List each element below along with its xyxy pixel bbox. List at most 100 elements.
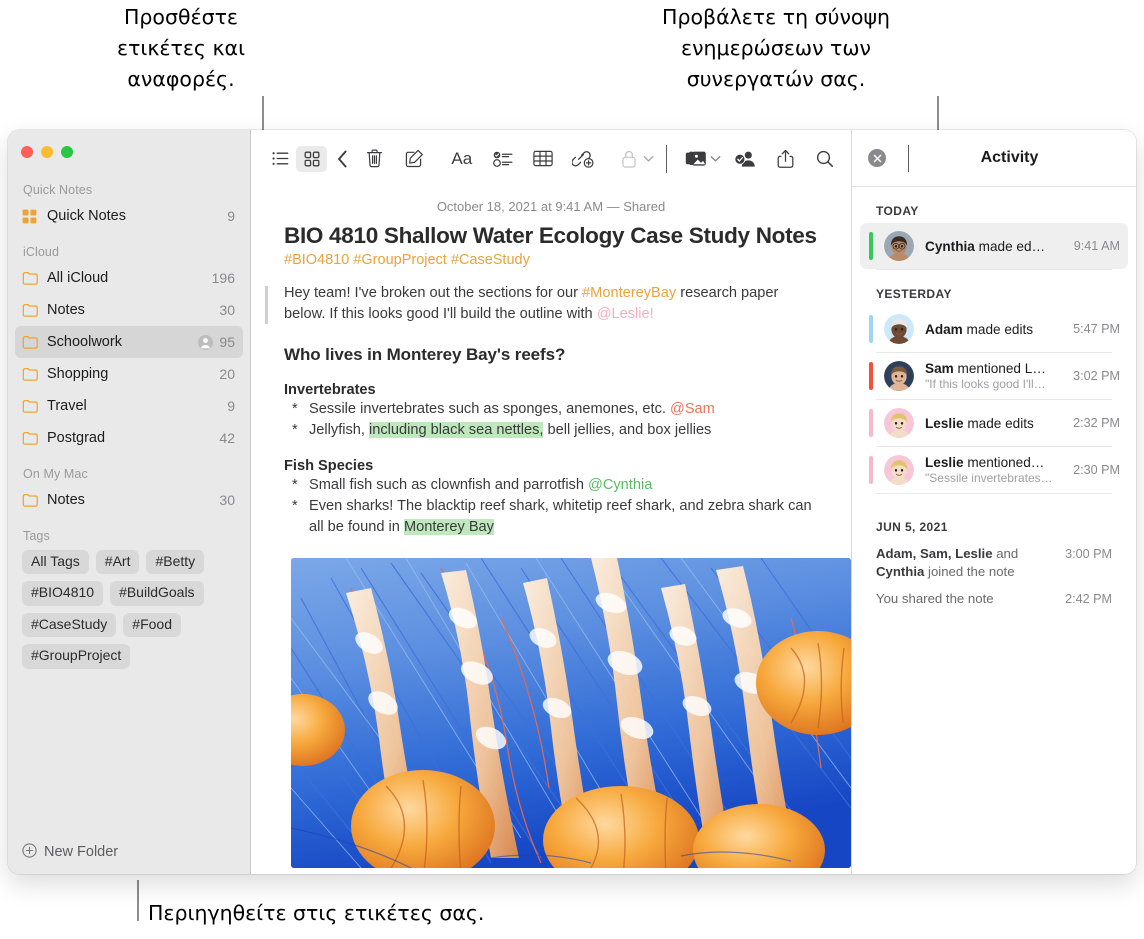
- activity-action: mentioned L…: [953, 361, 1046, 376]
- folder-icon: [22, 493, 44, 507]
- bullet-text: Jellyfish, including black sea nettles, …: [309, 420, 823, 441]
- sidebar-item-notes[interactable]: Notes 30: [15, 294, 243, 326]
- list-view-icon[interactable]: [265, 146, 296, 172]
- zoom-button[interactable]: [61, 146, 73, 158]
- note-sections: Invertebrates * Sessile invertebrates such…: [279, 382, 823, 538]
- sidebar-scroll-area[interactable]: Quick Notes Quick Notes 9 iCloud All iCloud 1…: [8, 170, 250, 830]
- activity-text: Leslie mentioned… "Sessile invertebrates…: [925, 455, 1067, 485]
- sidebar-item-label: Schoolwork: [47, 334, 122, 350]
- tag-chip[interactable]: #BuildGoals: [110, 581, 204, 606]
- inline-hashtag[interactable]: #MontereyBay: [582, 285, 676, 301]
- activity-plain-text: Adam, Sam, Leslie and Cynthia joined the…: [876, 545, 1057, 581]
- collaborate-icon[interactable]: [730, 146, 761, 172]
- minimize-button[interactable]: [41, 146, 53, 158]
- sidebar-section-title: Quick Notes: [23, 183, 93, 197]
- tag-chip[interactable]: #CaseStudy: [22, 612, 117, 638]
- avatar: [884, 361, 914, 391]
- sidebar-item-notes[interactable]: Notes 30: [15, 484, 243, 516]
- inline-mention[interactable]: @Cynthia: [588, 477, 652, 493]
- table-icon[interactable]: [527, 146, 558, 172]
- activity-title: Activity: [980, 149, 1039, 166]
- sidebar-item-postgrad[interactable]: Postgrad 42: [15, 422, 243, 454]
- media-chevron-down-icon[interactable]: [710, 150, 721, 168]
- bullet-text-pre: Sessile invertebrates such as sponges, a…: [309, 401, 670, 417]
- sidebar-item-label: Notes: [47, 492, 85, 508]
- note-bullet-list: * Sessile invertebrates such as sponges, …: [284, 399, 823, 441]
- activity-person-name: Leslie: [925, 415, 964, 431]
- note-bullet-item: * Jellyfish, including black sea nettles,…: [284, 420, 823, 441]
- back-chevron-icon[interactable]: [327, 146, 358, 172]
- gallery-view-icon[interactable]: [296, 145, 328, 172]
- activity-item[interactable]: Cynthia made ed… 9:41 AM: [860, 223, 1128, 269]
- callout-view-activity: Προβάλετε τη σύνοψη ενημερώσεων των συνε…: [662, 5, 890, 91]
- jellyfish-photo[interactable]: [291, 558, 851, 868]
- close-icon[interactable]: [868, 149, 886, 167]
- sidebar-item-count: 9: [227, 208, 235, 224]
- format-button[interactable]: Aa: [445, 146, 478, 172]
- quick-notes-icon: [22, 209, 44, 224]
- activity-group-title: TODAY: [876, 204, 919, 218]
- sidebar-item-schoolwork[interactable]: Schoolwork 95: [15, 326, 243, 358]
- activity-plain-text: You shared the note: [876, 590, 1057, 608]
- sidebar: Quick Notes Quick Notes 9 iCloud All iCloud 1…: [8, 130, 250, 874]
- activity-plain-item: You shared the note 2:42 PM: [852, 584, 1136, 611]
- activity-color-bar: [869, 362, 873, 390]
- tag-chip[interactable]: #GroupProject: [22, 644, 131, 669]
- trash-icon[interactable]: [359, 146, 390, 172]
- callout-browse-tags: Περιηγηθείτε στις ετικέτες σας.: [148, 901, 485, 925]
- lock-chevron-down-icon[interactable]: [643, 150, 654, 168]
- activity-list[interactable]: TODAY Cynthia made ed… 9:41 AM YESTERDAY Ada…: [852, 187, 1136, 874]
- highlighted-text: including black sea nettles,: [369, 422, 544, 438]
- activity-item[interactable]: Leslie made edits 2:32 PM: [860, 400, 1128, 446]
- share-icon[interactable]: [770, 146, 801, 172]
- activity-text: Cynthia made ed…: [925, 239, 1068, 254]
- note-bullet-list: * Small fish such as clownfish and parrot…: [284, 475, 823, 538]
- sidebar-item-all-icloud[interactable]: All iCloud 196: [15, 262, 243, 294]
- note-content[interactable]: October 18, 2021 at 9:41 AM — Shared BIO…: [251, 187, 851, 874]
- checklist-icon[interactable]: [487, 146, 518, 172]
- bullet-star-icon: *: [292, 477, 298, 493]
- inline-mention[interactable]: @Leslie!: [597, 306, 654, 322]
- new-folder-button[interactable]: New Folder: [8, 830, 250, 874]
- search-icon[interactable]: [810, 146, 841, 172]
- activity-color-bar: [869, 409, 873, 437]
- sidebar-item-quick-notes[interactable]: Quick Notes 9: [15, 200, 243, 232]
- jellyfish-photo-art: [291, 558, 851, 868]
- note-subheading: Fish Species: [284, 458, 374, 474]
- bullet-text: Even sharks! The blacktip reef shark, wh…: [309, 496, 823, 538]
- add-link-icon[interactable]: [567, 146, 598, 172]
- activity-action: made edits: [963, 415, 1034, 431]
- activity-timestamp: 2:32 PM: [1073, 416, 1120, 430]
- tag-chip[interactable]: #Food: [123, 612, 181, 638]
- activity-item[interactable]: Leslie mentioned… "Sessile invertebrates……: [860, 447, 1128, 493]
- activity-timestamp: 2:30 PM: [1073, 463, 1120, 477]
- activity-plain-item: Adam, Sam, Leslie and Cynthia joined the…: [852, 539, 1136, 584]
- activity-item[interactable]: Sam mentioned L… "If this looks good I'll…: [860, 353, 1128, 399]
- lock-icon[interactable]: [614, 146, 645, 172]
- activity-item[interactable]: Adam made edits 5:47 PM: [860, 306, 1128, 352]
- activity-headline: Leslie made edits: [925, 416, 1067, 431]
- sidebar-item-label: Quick Notes: [47, 208, 126, 224]
- note-date: October 18, 2021 at 9:41 AM — Shared: [436, 199, 666, 214]
- sidebar-item-label: Travel: [47, 398, 87, 414]
- activity-timestamp: 3:02 PM: [1073, 369, 1120, 383]
- media-icon[interactable]: [681, 146, 712, 172]
- sidebar-item-travel[interactable]: Travel 9: [15, 390, 243, 422]
- sidebar-item-shopping[interactable]: Shopping 20: [15, 358, 243, 390]
- activity-color-bar: [869, 232, 873, 260]
- compose-icon[interactable]: [398, 146, 429, 172]
- inline-mention[interactable]: @Sam: [670, 401, 715, 417]
- sidebar-item-count: 42: [219, 430, 235, 446]
- tag-chip[interactable]: #Betty: [146, 550, 205, 575]
- close-button[interactable]: [21, 146, 33, 158]
- note-hashtags[interactable]: #BIO4810 #GroupProject #CaseStudy: [279, 249, 823, 268]
- tag-chip[interactable]: #Art: [95, 550, 140, 575]
- bullet-text-pre: Even sharks! The blacktip reef shark, wh…: [309, 498, 812, 535]
- tag-chip[interactable]: #BIO4810: [22, 581, 104, 606]
- sidebar-item-count: 20: [219, 366, 235, 382]
- tag-chip[interactable]: All Tags: [22, 550, 89, 575]
- bullet-text: Sessile invertebrates such as sponges, a…: [309, 399, 823, 420]
- sidebar-item-count: 30: [219, 492, 235, 508]
- activity-action: mentioned…: [963, 455, 1045, 470]
